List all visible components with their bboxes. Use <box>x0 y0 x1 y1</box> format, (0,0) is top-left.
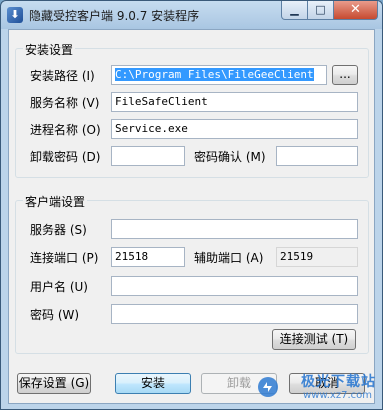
password-confirm-input[interactable] <box>276 146 358 166</box>
title-bar[interactable]: ⬇ 隐藏受控客户端 9.0.7 安装程序 ▁ □ ✕ <box>1 1 382 29</box>
username-input[interactable] <box>111 276 358 296</box>
auxiliary-port-field: 21519 <box>276 247 358 267</box>
browse-button[interactable]: ... <box>332 65 358 85</box>
client-settings-title: 客户端设置 <box>23 193 88 210</box>
watermark-logo-icon <box>258 377 278 397</box>
install-button[interactable]: 安装 <box>115 373 191 394</box>
auxiliary-port-label: 辅助端口 (A) <box>194 251 264 265</box>
minimize-button[interactable]: ▁ <box>281 1 308 20</box>
password-label: 密码 (W) <box>30 308 80 322</box>
install-path-input[interactable]: C:\Program Files\FileGeeClient <box>111 65 327 85</box>
install-settings-title: 安装设置 <box>23 41 76 58</box>
save-settings-button[interactable]: 保存设置 (G) <box>17 373 91 394</box>
installer-icon: ⬇ <box>7 7 23 23</box>
dialog-body: 安装设置 安装路径 (I) C:\Program Files\FileGeeCl… <box>8 29 375 404</box>
server-input[interactable] <box>111 219 358 239</box>
installer-window: ⬇ 隐藏受控客户端 9.0.7 安装程序 ▁ □ ✕ 安装设置 安装路径 (I)… <box>0 0 383 410</box>
watermark-url: www.xz7.com <box>303 390 372 401</box>
uninstall-password-label: 卸载密码 (D) <box>30 150 101 164</box>
close-button[interactable]: ✕ <box>334 1 378 20</box>
uninstall-password-input[interactable] <box>111 146 185 166</box>
test-connection-button[interactable]: 连接测试 (T) <box>272 329 356 350</box>
site-watermark: 极光下载站 www.xz7.com <box>246 371 376 407</box>
server-label: 服务器 (S) <box>30 223 87 237</box>
process-name-input[interactable]: Service.exe <box>111 119 358 139</box>
install-settings-group: 安装设置 安装路径 (I) C:\Program Files\FileGeeCl… <box>15 41 369 178</box>
password-input[interactable] <box>111 304 358 324</box>
client-settings-group: 客户端设置 服务器 (S) 连接端口 (P) 21518 辅助端口 (A) 21… <box>15 193 369 354</box>
service-name-input[interactable]: FileSafeClient <box>111 92 358 112</box>
password-confirm-label: 密码确认 (M) <box>194 150 266 164</box>
install-path-label: 安装路径 (I) <box>30 69 95 83</box>
connection-port-input[interactable]: 21518 <box>111 247 185 267</box>
service-name-label: 服务名称 (V) <box>30 96 100 110</box>
window-title: 隐藏受控客户端 9.0.7 安装程序 <box>29 9 200 23</box>
window-controls: ▁ □ ✕ <box>281 1 378 21</box>
watermark-text: 极光下载站 <box>301 374 376 390</box>
maximize-button[interactable]: □ <box>308 1 334 20</box>
connection-port-label: 连接端口 (P) <box>30 251 99 265</box>
process-name-label: 进程名称 (O) <box>30 123 101 137</box>
username-label: 用户名 (U) <box>30 280 88 294</box>
